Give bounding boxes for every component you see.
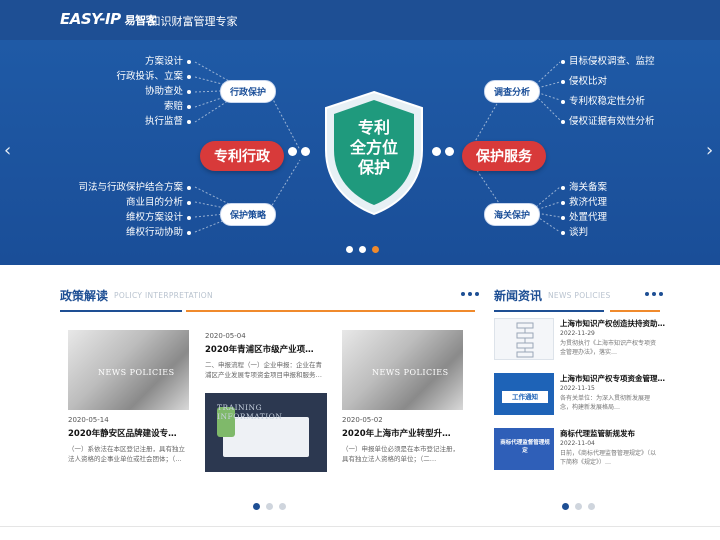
card-desc: （一）申报单位必须是在本市登记注册，具有独立法人资格的单位；（二… [342,445,459,463]
card-desc: （一）系依法在本区登记注册，具有独立法人资格的企事业单位或社会团体；（… [68,445,185,463]
news-thumb-regulation: 商标代理监督管理规定 [494,428,554,470]
list-item: 索赔 [80,99,195,114]
list-item: 谈判 [557,225,657,240]
news-underline-orange [610,310,660,312]
list-item: 救济代理 [557,195,657,210]
hero-indicator-1[interactable] [346,246,353,253]
hero-banner: ‹ › 方案设计 行政投诉、立案 协助查处 索赔 执行监督 司法与行政保护结合方… [0,40,720,265]
header-bar: EASY-IP 易智客 - 知识财富管理专家 [0,0,720,40]
card-title[interactable]: 2020年青浦区市级产业项… [205,343,326,355]
news-more-button[interactable] [643,292,664,296]
list-item: 维权行动协助 [60,225,195,240]
policy-card-1-image[interactable]: NEWS POLICIES [68,330,189,410]
policy-indicator-1[interactable] [253,503,260,510]
policy-more-button[interactable] [459,292,480,296]
policy-indicator-2[interactable] [266,503,273,510]
news-carousel-indicators [559,503,598,510]
list-item: 商业目的分析 [60,195,195,210]
news-thumb-notice: 工作通知 [494,373,554,415]
policy-card-1[interactable]: 2020-05-14 2020年静安区品牌建设专… （一）系依法在本区登记注册，… [68,416,189,464]
card-date: 2020-05-14 [68,416,109,424]
news-title[interactable]: 上海市知识产权创造扶持资助… [560,318,665,329]
list-item: 侵权证据有效性分析 [557,114,677,129]
list-item: 专利权稳定性分析 [557,94,677,109]
policy-carousel-indicators [250,503,289,510]
policy-indicator-3[interactable] [279,503,286,510]
policy-card-3[interactable]: 2020-05-02 2020年上海市产业转型升… （一）申报单位必须是在本市登… [342,416,463,464]
news-title[interactable]: 商标代理监管新规发布 [560,428,635,439]
news-title[interactable]: 上海市知识产权专项资金管理… [560,373,665,384]
news-item-3[interactable]: 商标代理监督管理规定 商标代理监管新规发布 2022-11-04 日前，《商标代… [494,428,666,478]
left-top-list: 方案设计 行政投诉、立案 协助查处 索赔 执行监督 [80,54,195,129]
policy-underline-blue [60,310,182,312]
news-thumb-diagram [494,318,554,360]
right-top-list: 目标侵权调查、监控 侵权比对 专利权稳定性分析 侵权证据有效性分析 [557,54,677,129]
news-date: 2022-11-29 [560,330,595,337]
news-summary: 各有关单位：为深入贯彻新发展理念，构建新发展格局… [560,395,651,411]
policy-section-title: 政策解读 [60,289,109,303]
news-section-title: 新闻资讯 [494,289,543,303]
policy-card-3-image[interactable]: NEWS POLICIES [342,330,463,410]
footer-divider [0,526,720,527]
card-title[interactable]: 2020年静安区品牌建设专… [68,427,189,439]
flowchart-icon [516,322,534,358]
shield-text: 专利 全方位 保护 [349,118,398,177]
hero-indicators [343,246,382,253]
pill-protection-strategy: 保护策略 [220,203,277,226]
news-item-2[interactable]: 工作通知 上海市知识产权专项资金管理… 2022-11-15 各有关单位：为深入… [494,373,666,423]
list-item: 海关备案 [557,180,657,195]
list-item: 司法与行政保护结合方案 [60,180,195,195]
right-bottom-list: 海关备案 救济代理 处置代理 谈判 [557,180,657,240]
news-section-subtitle: NEWS POLICIES [548,291,611,300]
list-item: 维权方案设计 [60,210,195,225]
policy-card-2-image[interactable]: TRAINING INFORMATION [205,393,327,472]
white-dots-right [430,147,456,156]
news-item-1[interactable]: 上海市知识产权创造扶持资助… 2022-11-29 为贯彻执行《上海市知识产权专… [494,318,666,368]
card-date: 2020-05-04 [205,332,246,340]
list-item: 执行监督 [80,114,195,129]
policy-section-subtitle: POLICY INTERPRETATION [114,291,213,300]
news-summary: 为贯彻执行《上海市知识产权专项资金管理办法》，落实… [560,340,657,356]
news-indicator-3[interactable] [588,503,595,510]
policy-underline-orange [186,310,475,312]
pill-admin-protection: 行政保护 [220,80,277,103]
red-pill-protection-service: 保护服务 [462,141,546,171]
logo-text: EASY-IP [60,10,121,28]
list-item: 行政投诉、立案 [80,69,195,84]
hero-prev-arrow[interactable]: ‹ [4,140,11,161]
list-item: 侵权比对 [557,74,677,89]
policy-card-2[interactable]: 2020-05-04 2020年青浦区市级产业项… 二、申报流程（一）企业申报：… [205,332,326,380]
left-bottom-list: 司法与行政保护结合方案 商业目的分析 维权方案设计 维权行动协助 [60,180,195,240]
hero-indicator-2[interactable] [359,246,366,253]
red-pill-patent-admin: 专利行政 [200,141,284,171]
news-indicator-2[interactable] [575,503,582,510]
slogan: - 知识财富管理专家 [142,15,238,28]
pill-customs-protection: 海关保护 [484,203,541,226]
list-item: 目标侵权调查、监控 [557,54,677,69]
card-date: 2020-05-02 [342,416,383,424]
list-item: 处置代理 [557,210,657,225]
news-date: 2022-11-15 [560,385,595,392]
pill-investigation: 调查分析 [484,80,541,103]
list-item: 方案设计 [80,54,195,69]
card-title[interactable]: 2020年上海市产业转型升… [342,427,463,439]
news-underline-blue [494,310,604,312]
news-summary: 日前，《商标代理监督管理规定》（以下简称《规定》）… [560,450,657,466]
hero-indicator-3[interactable] [372,246,379,253]
list-item: 协助查处 [80,84,195,99]
news-indicator-1[interactable] [562,503,569,510]
card-desc: 二、申报流程（一）企业申报：企业在青浦区产业发展专项资金项目申报和服务… [205,361,322,379]
news-date: 2022-11-04 [560,440,595,447]
hero-next-arrow[interactable]: › [706,140,713,161]
white-dots-left [286,147,312,156]
